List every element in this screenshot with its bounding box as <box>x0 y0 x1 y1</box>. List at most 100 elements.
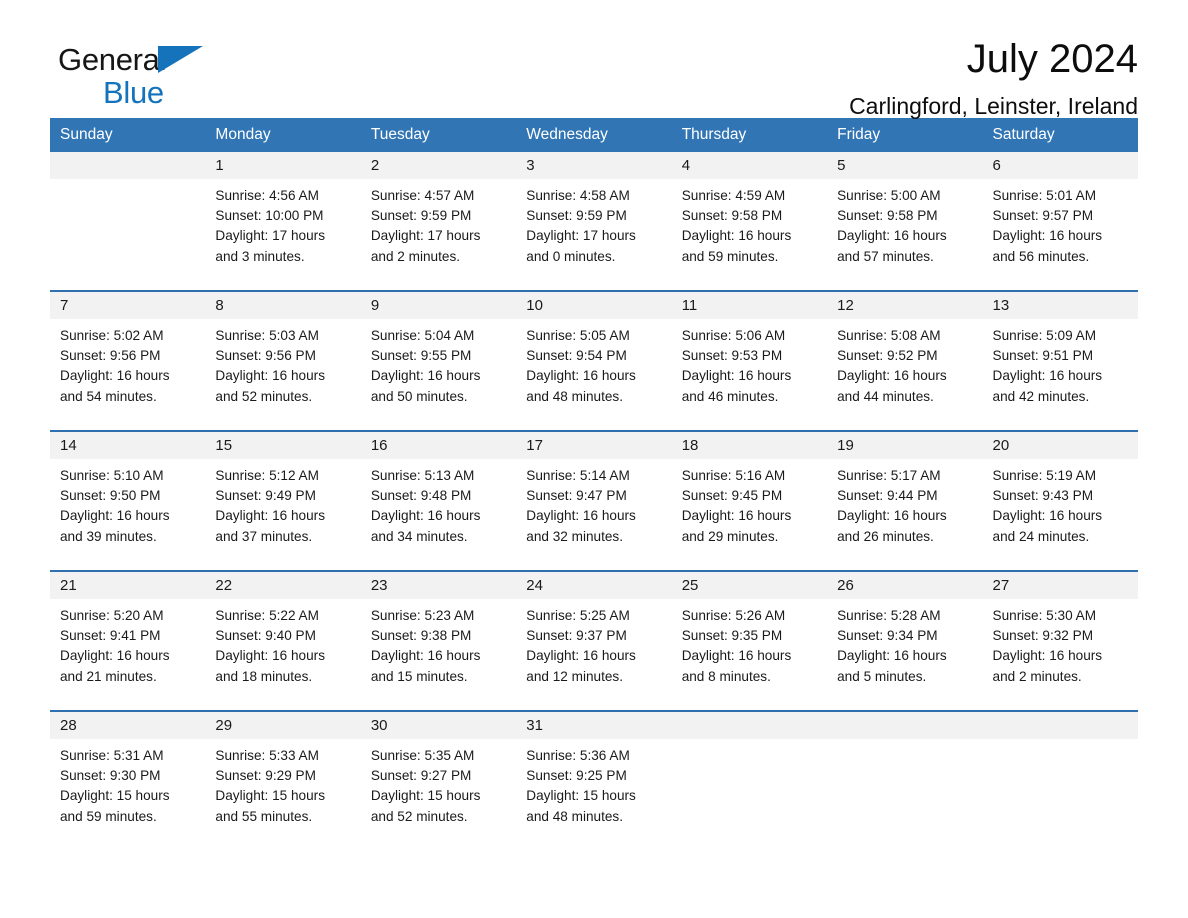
day-detail-daylight-line1: Daylight: 17 hours <box>370 228 481 244</box>
day-details: Sunrise: 5:31 AM Sunset: 9:30 PM Daylight:… <box>50 739 205 827</box>
calendar-day-cell[interactable]: 28 Sunrise: 5:31 AM Sunset: 9:30 PM Dayligh… <box>50 710 206 840</box>
day-detail-daylight-line2: and 8 minutes. <box>681 668 771 684</box>
day-details: Sunrise: 5:26 AM Sunset: 9:35 PM Daylight:… <box>672 599 827 687</box>
day-cell-inner: 15 Sunrise: 5:12 AM Sunset: 9:49 PM Dayligh… <box>205 432 361 560</box>
day-detail-daylight-line2: and 12 minutes. <box>526 668 623 684</box>
day-detail-sunrise: Sunrise: 5:26 AM <box>681 608 786 623</box>
day-cell-inner: 7 Sunrise: 5:02 AM Sunset: 9:56 PM Daylight… <box>50 292 206 420</box>
day-details: Sunrise: 5:33 AM Sunset: 9:29 PM Daylight:… <box>205 739 360 827</box>
weekday-header-monday: Monday <box>205 118 361 152</box>
day-detail-sunset: Sunset: 9:43 PM <box>992 488 1094 504</box>
day-cell-inner: 28 Sunrise: 5:31 AM Sunset: 9:30 PM Dayligh… <box>50 712 206 840</box>
day-detail-sunset: Sunset: 9:49 PM <box>215 488 316 504</box>
calendar-day-cell[interactable]: 29 Sunrise: 5:33 AM Sunset: 9:29 PM Dayligh… <box>205 710 361 840</box>
title-block: July 2024 Carlingford, Leinster, Ireland <box>849 38 1138 118</box>
calendar-day-cell[interactable]: 10 Sunrise: 5:05 AM Sunset: 9:54 PM Dayligh… <box>516 290 672 420</box>
day-detail-daylight-line2: and 48 minutes. <box>526 388 623 404</box>
day-detail-daylight-line1: Daylight: 16 hours <box>837 368 947 384</box>
day-number <box>671 712 828 739</box>
day-details: Sunrise: 4:57 AM Sunset: 9:59 PM Daylight:… <box>361 179 516 267</box>
day-detail-sunrise: Sunrise: 5:36 AM <box>526 748 630 763</box>
day-details: Sunrise: 5:25 AM Sunset: 9:37 PM Daylight:… <box>516 599 671 687</box>
calendar-week-row: 1 Sunrise: 4:56 AM Sunset: 10:00 PM Dayligh… <box>50 152 1138 280</box>
calendar-day-cell[interactable]: 4 Sunrise: 4:59 AM Sunset: 9:58 PM Daylight… <box>671 152 828 280</box>
day-number: 18 <box>671 432 828 459</box>
calendar-day-cell[interactable]: 25 Sunrise: 5:26 AM Sunset: 9:35 PM Dayligh… <box>671 570 828 700</box>
day-cell-inner: 13 Sunrise: 5:09 AM Sunset: 9:51 PM Dayligh… <box>982 292 1138 420</box>
week-spacer <box>50 280 1138 291</box>
day-number: 29 <box>205 712 361 739</box>
day-detail-daylight-line1: Daylight: 16 hours <box>681 228 792 244</box>
day-number: 23 <box>360 572 517 599</box>
day-detail-daylight-line1: Daylight: 17 hours <box>526 228 636 244</box>
calendar-day-cell[interactable]: 27 Sunrise: 5:30 AM Sunset: 9:32 PM Dayligh… <box>982 570 1138 700</box>
day-detail-daylight-line2: and 50 minutes. <box>370 388 468 404</box>
day-detail-daylight-line1: Daylight: 16 hours <box>837 228 947 244</box>
day-detail-daylight-line2: and 21 minutes. <box>60 668 157 684</box>
general-blue-logo[interactable]: General Blue <box>58 44 258 114</box>
calendar-day-cell[interactable]: 14 Sunrise: 5:10 AM Sunset: 9:50 PM Dayligh… <box>50 430 206 560</box>
day-detail-daylight-line1: Daylight: 16 hours <box>526 508 636 524</box>
day-detail-sunrise: Sunrise: 4:58 AM <box>526 188 630 203</box>
day-details: Sunrise: 4:59 AM Sunset: 9:58 PM Daylight:… <box>672 179 827 267</box>
calendar-day-cell[interactable]: 8 Sunrise: 5:03 AM Sunset: 9:56 PM Daylight… <box>205 290 361 420</box>
week-spacer-cell <box>50 280 1138 291</box>
calendar-day-cell[interactable]: 19 Sunrise: 5:17 AM Sunset: 9:44 PM Dayligh… <box>827 430 983 560</box>
day-detail-sunrise: Sunrise: 5:05 AM <box>526 328 630 343</box>
calendar-day-cell[interactable]: 15 Sunrise: 5:12 AM Sunset: 9:49 PM Dayligh… <box>205 430 361 560</box>
calendar-header-row: Sunday Monday Tuesday Wednesday Thursday… <box>50 118 1138 152</box>
calendar-day-cell[interactable]: 1 Sunrise: 4:56 AM Sunset: 10:00 PM Dayligh… <box>205 152 361 280</box>
calendar-day-cell[interactable]: 23 Sunrise: 5:23 AM Sunset: 9:38 PM Dayligh… <box>360 570 517 700</box>
calendar-day-cell[interactable]: 6 Sunrise: 5:01 AM Sunset: 9:57 PM Daylight… <box>982 152 1138 280</box>
calendar-day-cell[interactable]: 17 Sunrise: 5:14 AM Sunset: 9:47 PM Dayligh… <box>516 430 672 560</box>
calendar-day-cell[interactable]: 31 Sunrise: 5:36 AM Sunset: 9:25 PM Dayligh… <box>516 710 672 840</box>
day-detail-sunrise: Sunrise: 5:04 AM <box>370 328 475 343</box>
day-detail-sunset: Sunset: 9:56 PM <box>215 348 316 364</box>
calendar-day-cell[interactable]: 2 Sunrise: 4:57 AM Sunset: 9:59 PM Daylight… <box>360 152 517 280</box>
day-detail-sunset: Sunset: 9:32 PM <box>992 628 1094 644</box>
calendar-day-cell[interactable]: 20 Sunrise: 5:19 AM Sunset: 9:43 PM Dayligh… <box>982 430 1138 560</box>
day-cell-inner: 17 Sunrise: 5:14 AM Sunset: 9:47 PM Dayligh… <box>516 432 672 560</box>
day-cell-inner: 12 Sunrise: 5:08 AM Sunset: 9:52 PM Dayligh… <box>827 292 983 420</box>
page-header: General Blue July 2024 Carlingford, Lein… <box>50 0 1138 118</box>
calendar-day-cell[interactable]: 3 Sunrise: 4:58 AM Sunset: 9:59 PM Daylight… <box>516 152 672 280</box>
calendar-day-cell[interactable]: 24 Sunrise: 5:25 AM Sunset: 9:37 PM Dayligh… <box>516 570 672 700</box>
day-detail-daylight-line2: and 24 minutes. <box>992 528 1090 544</box>
calendar-day-cell[interactable]: 11 Sunrise: 5:06 AM Sunset: 9:53 PM Dayligh… <box>671 290 828 420</box>
calendar-day-cell[interactable]: 26 Sunrise: 5:28 AM Sunset: 9:34 PM Dayligh… <box>827 570 983 700</box>
day-detail-daylight-line2: and 15 minutes. <box>370 668 468 684</box>
calendar-day-cell[interactable]: 18 Sunrise: 5:16 AM Sunset: 9:45 PM Dayligh… <box>671 430 828 560</box>
calendar-day-cell[interactable]: 7 Sunrise: 5:02 AM Sunset: 9:56 PM Daylight… <box>50 290 206 420</box>
calendar-day-cell[interactable]: 9 Sunrise: 5:04 AM Sunset: 9:55 PM Daylight… <box>360 290 517 420</box>
calendar-day-cell[interactable]: 30 Sunrise: 5:35 AM Sunset: 9:27 PM Dayligh… <box>360 710 517 840</box>
day-detail-sunrise: Sunrise: 5:23 AM <box>370 608 475 623</box>
day-details <box>50 179 205 186</box>
day-detail-sunrise: Sunrise: 5:12 AM <box>215 468 319 483</box>
day-cell-inner: 21 Sunrise: 5:20 AM Sunset: 9:41 PM Dayligh… <box>50 572 206 700</box>
calendar-body: 1 Sunrise: 4:56 AM Sunset: 10:00 PM Dayligh… <box>50 152 1138 840</box>
day-details: Sunrise: 4:56 AM Sunset: 10:00 PM Daylight… <box>205 179 360 267</box>
calendar-day-cell[interactable]: 21 Sunrise: 5:20 AM Sunset: 9:41 PM Dayligh… <box>50 570 206 700</box>
day-cell-inner: 27 Sunrise: 5:30 AM Sunset: 9:32 PM Dayligh… <box>982 572 1138 700</box>
calendar-day-cell[interactable]: 5 Sunrise: 5:00 AM Sunset: 9:58 PM Daylight… <box>827 152 983 280</box>
day-cell-inner: 3 Sunrise: 4:58 AM Sunset: 9:59 PM Daylight… <box>516 152 672 280</box>
day-detail-daylight-line2: and 52 minutes. <box>215 388 313 404</box>
day-number: 4 <box>671 152 828 179</box>
day-detail-daylight-line2: and 37 minutes. <box>215 528 313 544</box>
calendar-day-cell[interactable]: 22 Sunrise: 5:22 AM Sunset: 9:40 PM Dayligh… <box>205 570 361 700</box>
day-detail-sunrise: Sunrise: 5:19 AM <box>992 468 1097 483</box>
calendar-day-cell[interactable]: 16 Sunrise: 5:13 AM Sunset: 9:48 PM Dayligh… <box>360 430 517 560</box>
day-detail-sunrise: Sunrise: 5:14 AM <box>526 468 630 483</box>
day-cell-inner <box>982 712 1138 840</box>
day-detail-sunrise: Sunrise: 5:13 AM <box>370 468 475 483</box>
day-detail-sunrise: Sunrise: 5:31 AM <box>60 748 164 763</box>
calendar-day-cell[interactable]: 13 Sunrise: 5:09 AM Sunset: 9:51 PM Dayligh… <box>982 290 1138 420</box>
day-detail-daylight-line1: Daylight: 16 hours <box>681 368 792 384</box>
day-detail-daylight-line1: Daylight: 16 hours <box>215 648 325 664</box>
week-spacer <box>50 420 1138 431</box>
day-cell-inner: 19 Sunrise: 5:17 AM Sunset: 9:44 PM Dayligh… <box>827 432 983 560</box>
calendar-day-cell[interactable]: 12 Sunrise: 5:08 AM Sunset: 9:52 PM Dayligh… <box>827 290 983 420</box>
day-detail-daylight-line1: Daylight: 16 hours <box>215 508 325 524</box>
day-detail-daylight-line1: Daylight: 16 hours <box>60 508 170 524</box>
day-detail-sunset: Sunset: 9:59 PM <box>526 208 627 224</box>
